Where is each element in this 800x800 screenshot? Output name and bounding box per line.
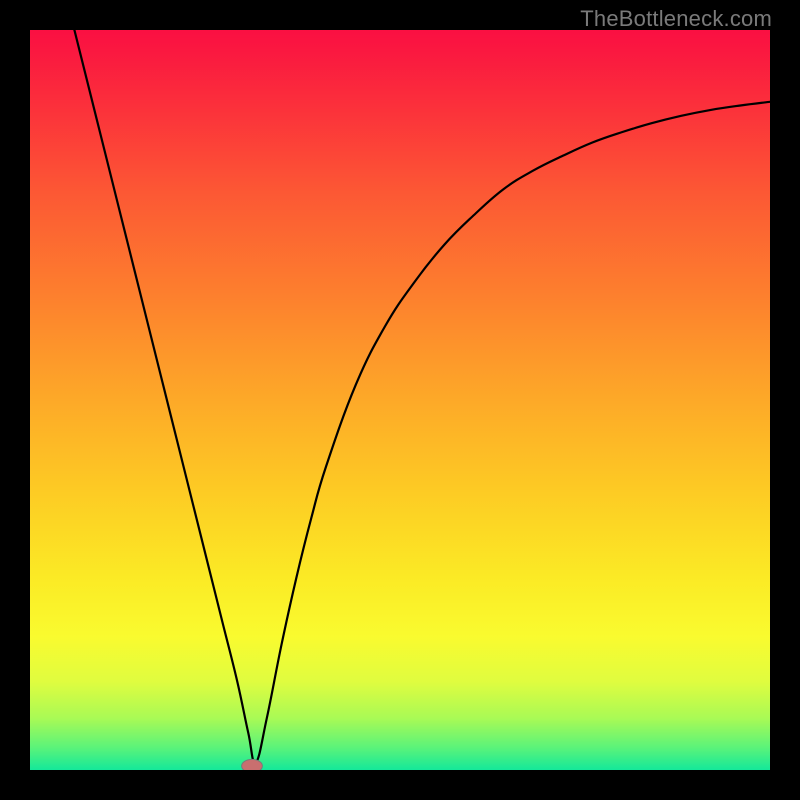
minimum-marker bbox=[242, 759, 263, 770]
watermark-text: TheBottleneck.com bbox=[580, 6, 772, 32]
gradient-background bbox=[30, 30, 770, 770]
chart-svg bbox=[30, 30, 770, 770]
plot-area bbox=[30, 30, 770, 770]
chart-frame: TheBottleneck.com bbox=[0, 0, 800, 800]
